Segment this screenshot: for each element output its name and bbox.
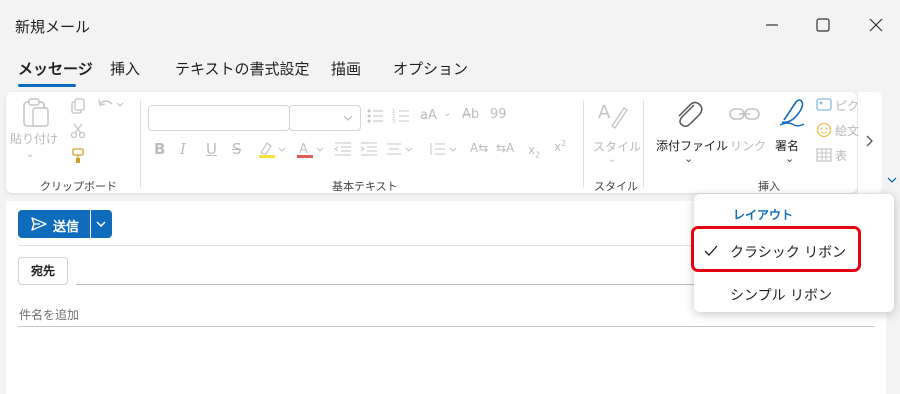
annotation-highlight-box (691, 226, 861, 272)
increase-indent-icon[interactable] (360, 141, 378, 157)
svg-text:A: A (299, 142, 308, 157)
group-separator (583, 100, 584, 188)
group-label-clipboard: クリップボード (40, 180, 117, 193)
font-size-change-icon[interactable]: aA (420, 109, 437, 122)
picture-label[interactable]: ピク (835, 97, 859, 114)
font-name-box[interactable] (148, 105, 290, 131)
ribbon-scroll-right-button[interactable] (858, 92, 882, 193)
close-button[interactable] (865, 14, 887, 36)
to-field-underline[interactable] (76, 284, 694, 285)
tab-options[interactable]: オプション (393, 58, 468, 79)
cut-icon[interactable] (70, 123, 86, 139)
group-separator (643, 100, 644, 188)
paste-label[interactable]: 貼り付け (10, 130, 58, 147)
underline-icon[interactable]: U (206, 142, 217, 157)
window-title: 新規メール (15, 18, 91, 36)
divider (18, 245, 694, 246)
clear-format-icon[interactable]: A̶b (462, 108, 479, 121)
active-tab-indicator (18, 84, 76, 87)
chevron-down-icon: ⌄ (608, 154, 617, 165)
table-icon[interactable] (816, 147, 832, 163)
send-button[interactable]: 送信 (18, 210, 90, 238)
link-icon[interactable] (728, 100, 762, 130)
bullets-icon[interactable] (366, 108, 384, 124)
paste-icon[interactable] (20, 96, 52, 128)
align-icon[interactable] (386, 141, 416, 157)
strikethrough-icon[interactable]: S (232, 142, 242, 157)
superscript-icon[interactable]: x2 (554, 140, 566, 154)
line-spacing-icon[interactable] (428, 141, 458, 157)
signature-icon[interactable] (774, 96, 808, 130)
bold-icon[interactable]: B (154, 142, 165, 157)
subject-underline (18, 326, 875, 327)
send-options-button[interactable] (91, 210, 112, 238)
chevron-down-icon: ⌄ (26, 149, 35, 160)
chevron-down-icon: ⌄ (785, 152, 795, 165)
numbering-icon[interactable]: 123 (392, 108, 410, 124)
group-label-basic-text: 基本テキスト (332, 180, 398, 193)
chevron-down-icon: ⌄ (684, 152, 694, 165)
ltr-icon[interactable]: A⇆ (470, 142, 488, 154)
chevron-down-icon (96, 221, 106, 228)
format-painter-icon[interactable] (70, 148, 86, 164)
svg-text:A: A (598, 102, 611, 123)
link-label[interactable]: リンク (730, 137, 766, 154)
highlight-icon[interactable] (258, 140, 288, 160)
subscript-icon[interactable]: x2 (528, 144, 540, 159)
send-label: 送信 (53, 220, 80, 235)
undo-icon[interactable] (96, 97, 126, 113)
table-label[interactable]: 表 (835, 147, 847, 164)
group-label-style: スタイル (594, 180, 638, 193)
tab-message[interactable]: メッセージ (18, 58, 93, 79)
svg-text:3: 3 (392, 119, 395, 124)
picture-icon[interactable] (816, 97, 832, 113)
layout-menu-header: レイアウト (733, 208, 794, 222)
rtl-icon[interactable]: ⇆A (496, 142, 514, 154)
decrease-indent-icon[interactable] (334, 141, 352, 157)
ribbon-tabs: メッセージ 挿入 テキストの書式設定 描画 オプション (0, 58, 600, 88)
chevron-down-icon: ⌄ (443, 108, 452, 119)
group-separator (140, 100, 141, 188)
quote-icon[interactable]: 99 (490, 108, 507, 121)
group-label-insert: 挿入 (758, 180, 780, 193)
to-button[interactable]: 宛先 (18, 257, 68, 285)
subject-input[interactable]: 件名を追加 (19, 306, 79, 323)
font-color-icon[interactable]: A (296, 140, 326, 160)
tab-draw[interactable]: 描画 (331, 58, 361, 79)
styles-icon[interactable]: A (596, 98, 628, 130)
copy-icon[interactable] (70, 98, 86, 114)
menu-item-simple-ribbon[interactable]: シンプル リボン (730, 285, 832, 305)
font-size-box[interactable] (289, 105, 361, 131)
minimize-button[interactable] (761, 14, 783, 36)
emoji-icon[interactable] (816, 122, 832, 138)
emoji-label[interactable]: 絵文 (835, 122, 859, 139)
styles-label[interactable]: スタイル (593, 138, 641, 155)
italic-icon[interactable]: I (180, 142, 186, 157)
paperclip-icon[interactable] (670, 96, 706, 132)
title-bar: 新規メール (0, 0, 900, 50)
send-icon (31, 217, 47, 231)
tab-text-format[interactable]: テキストの書式設定 (175, 58, 310, 79)
maximize-button[interactable] (812, 14, 834, 36)
tab-insert[interactable]: 挿入 (110, 58, 140, 79)
ribbon-layout-toggle-icon[interactable] (886, 174, 898, 189)
